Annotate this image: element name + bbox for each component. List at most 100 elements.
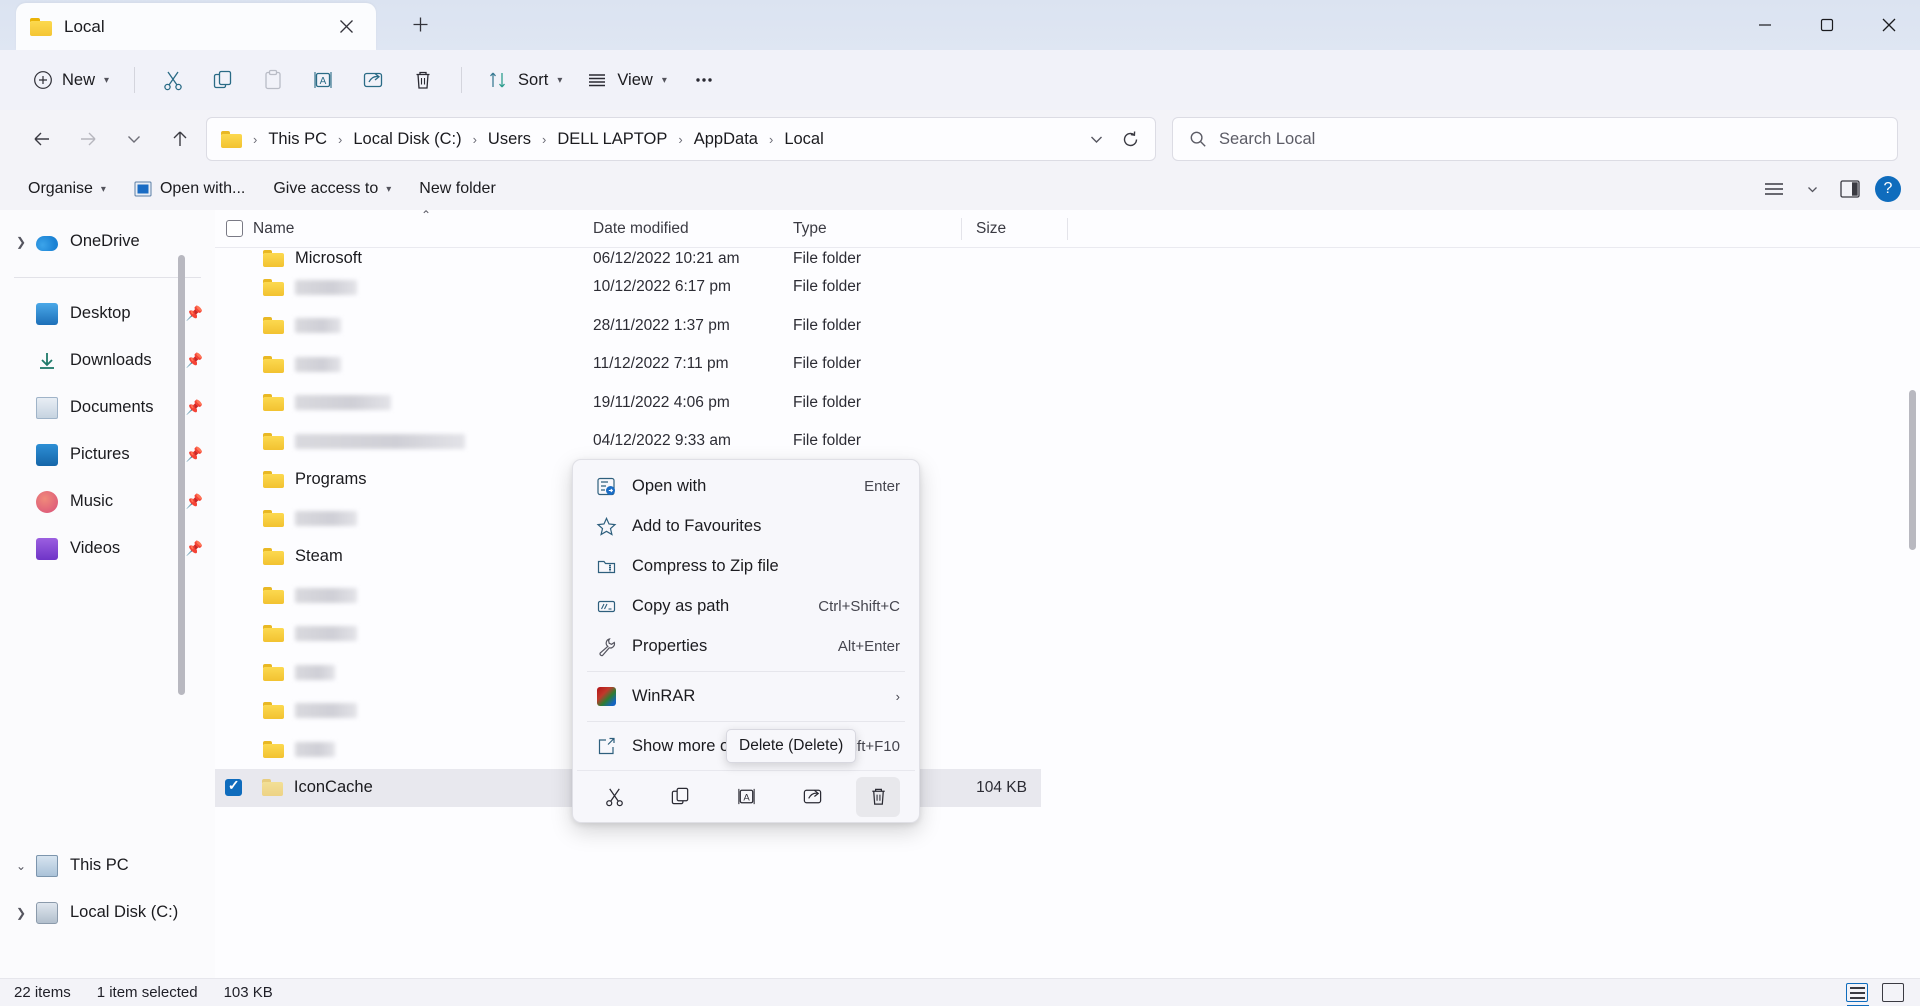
sidebar-item-local-disk[interactable]: ❯ Local Disk (C:) xyxy=(4,889,207,936)
paste-button[interactable] xyxy=(249,59,297,101)
back-button[interactable] xyxy=(22,119,62,159)
file-type: File folder xyxy=(793,250,961,268)
recent-locations-button[interactable] xyxy=(114,119,154,159)
help-button[interactable]: ? xyxy=(1870,172,1906,206)
cut-button[interactable] xyxy=(149,59,197,101)
open-with-button[interactable]: Open with... xyxy=(122,173,257,205)
minimize-button[interactable] xyxy=(1734,0,1796,50)
breadcrumb-local[interactable]: Local xyxy=(778,126,829,153)
context-menu-item-winrar[interactable]: WinRAR › xyxy=(580,677,912,716)
context-menu-item-open-with[interactable]: Open with Enter xyxy=(580,467,912,506)
breadcrumb-appdata[interactable]: AppData xyxy=(688,126,764,153)
layout-caret-button[interactable] xyxy=(1794,172,1830,206)
column-header-size[interactable]: Size xyxy=(962,220,1067,238)
sidebar-item-desktop[interactable]: ❯ Desktop 📌 xyxy=(4,290,207,337)
breadcrumb-users[interactable]: Users xyxy=(482,126,537,153)
trash-icon xyxy=(868,786,889,807)
table-row[interactable]: 04/12/2022 9:33 am File folder xyxy=(215,422,1920,461)
search-input[interactable]: Search Local xyxy=(1219,130,1315,149)
sidebar-item-this-pc[interactable]: ⌄ This PC xyxy=(4,842,207,889)
breadcrumb-this-pc[interactable]: This PC xyxy=(262,126,333,153)
large-icons-view-button[interactable] xyxy=(1882,983,1904,1002)
context-cut-button[interactable] xyxy=(592,777,636,817)
item-count: 22 items xyxy=(14,984,71,1001)
forward-button[interactable] xyxy=(68,119,108,159)
plus-circle-icon xyxy=(33,70,53,90)
context-copy-button[interactable] xyxy=(658,777,702,817)
select-all-checkbox[interactable] xyxy=(215,220,253,237)
table-row[interactable] xyxy=(215,653,1920,692)
close-window-button[interactable] xyxy=(1858,0,1920,50)
close-tab-icon[interactable] xyxy=(330,11,362,43)
sidebar-item-pictures[interactable]: ❯ Pictures 📌 xyxy=(4,431,207,478)
table-row[interactable]: 28/11/2022 1:37 pm File folder xyxy=(215,307,1920,346)
context-share-button[interactable] xyxy=(790,777,834,817)
copy-button[interactable] xyxy=(199,59,247,101)
explorer-tab[interactable]: Local xyxy=(16,3,376,50)
refresh-icon xyxy=(1121,130,1140,149)
new-folder-button[interactable]: New folder xyxy=(407,173,507,205)
pin-icon: 📌 xyxy=(186,352,203,369)
delete-button[interactable] xyxy=(399,59,447,101)
context-menu-item-compress-to-zip[interactable]: Compress to Zip file xyxy=(580,547,912,586)
context-delete-button[interactable] xyxy=(856,777,900,817)
table-row[interactable]: 11/12/2022 7:11 pm File folder xyxy=(215,345,1920,384)
sidebar-item-music[interactable]: ❯ Music 📌 xyxy=(4,478,207,525)
table-row[interactable] xyxy=(215,615,1920,654)
table-row[interactable] xyxy=(215,692,1920,731)
breadcrumb-local-disk[interactable]: Local Disk (C:) xyxy=(347,126,467,153)
context-rename-button[interactable]: A xyxy=(724,777,768,817)
address-box[interactable]: › This PC › Local Disk (C:) › Users › DE… xyxy=(206,117,1156,161)
context-menu-item-add-to-favourites[interactable]: Add to Favourites xyxy=(580,507,912,546)
column-header-date[interactable]: Date modified xyxy=(593,220,793,238)
table-row[interactable]: 10/12/2022 6:17 pm File folder xyxy=(215,268,1920,307)
table-row[interactable]: Programs xyxy=(215,461,1920,500)
address-dropdown-button[interactable] xyxy=(1079,122,1113,156)
table-row[interactable]: Steam xyxy=(215,538,1920,577)
table-row[interactable] xyxy=(215,730,1920,769)
rename-button[interactable]: A xyxy=(299,59,347,101)
sidebar-item-documents[interactable]: ❯ Documents 📌 xyxy=(4,384,207,431)
table-row[interactable] xyxy=(215,499,1920,538)
file-date: 11/12/2022 7:11 pm xyxy=(593,355,793,373)
sidebar-item-videos[interactable]: ❯ Videos 📌 xyxy=(4,525,207,572)
new-tab-button[interactable] xyxy=(404,8,436,40)
sort-button[interactable]: Sort ▾ xyxy=(476,59,573,101)
folder-icon xyxy=(263,548,284,565)
breadcrumb-dell-laptop[interactable]: DELL LAPTOP xyxy=(551,126,673,153)
column-header-type[interactable]: Type xyxy=(793,220,961,238)
search-box[interactable]: Search Local xyxy=(1172,117,1898,161)
give-access-to-button[interactable]: Give access to ▾ xyxy=(261,173,403,205)
organise-button[interactable]: Organise ▾ xyxy=(16,173,118,205)
chevron-right-icon[interactable]: ❯ xyxy=(10,902,32,924)
view-button[interactable]: View ▾ xyxy=(575,59,678,101)
row-checkbox[interactable] xyxy=(215,779,252,796)
table-row[interactable]: Microsoft 06/12/2022 10:21 am File folde… xyxy=(215,248,1920,268)
up-button[interactable] xyxy=(160,119,200,159)
share-button[interactable] xyxy=(349,59,397,101)
chevron-right-icon[interactable]: ❯ xyxy=(10,231,32,253)
documents-icon xyxy=(36,397,58,419)
maximize-button[interactable] xyxy=(1796,0,1858,50)
layout-options-button[interactable] xyxy=(1756,172,1792,206)
file-list-scrollbar-thumb[interactable] xyxy=(1909,390,1916,550)
new-button[interactable]: New ▾ xyxy=(22,59,120,101)
file-name-redacted xyxy=(295,588,357,603)
table-row[interactable]: 19/11/2022 4:06 pm File folder xyxy=(215,384,1920,423)
context-menu-item-copy-as-path[interactable]: Copy as path Ctrl+Shift+C xyxy=(580,587,912,626)
sidebar-item-onedrive[interactable]: ❯ OneDrive xyxy=(4,218,207,265)
refresh-button[interactable] xyxy=(1113,122,1147,156)
chevron-down-icon[interactable]: ⌄ xyxy=(10,855,32,877)
file-name-redacted xyxy=(295,318,341,333)
preview-pane-button[interactable] xyxy=(1832,172,1868,206)
table-row[interactable] xyxy=(215,576,1920,615)
nav-scrollbar-thumb[interactable] xyxy=(178,255,185,695)
details-view-button[interactable] xyxy=(1846,983,1868,1002)
pin-icon: 📌 xyxy=(186,446,203,463)
context-menu-item-properties[interactable]: Properties Alt+Enter xyxy=(580,627,912,666)
share-icon xyxy=(362,69,384,91)
more-options-button[interactable] xyxy=(680,59,728,101)
file-name-redacted xyxy=(295,626,357,641)
column-header-name[interactable]: Name ⌃ xyxy=(253,220,593,238)
sidebar-item-downloads[interactable]: ❯ Downloads 📌 xyxy=(4,337,207,384)
